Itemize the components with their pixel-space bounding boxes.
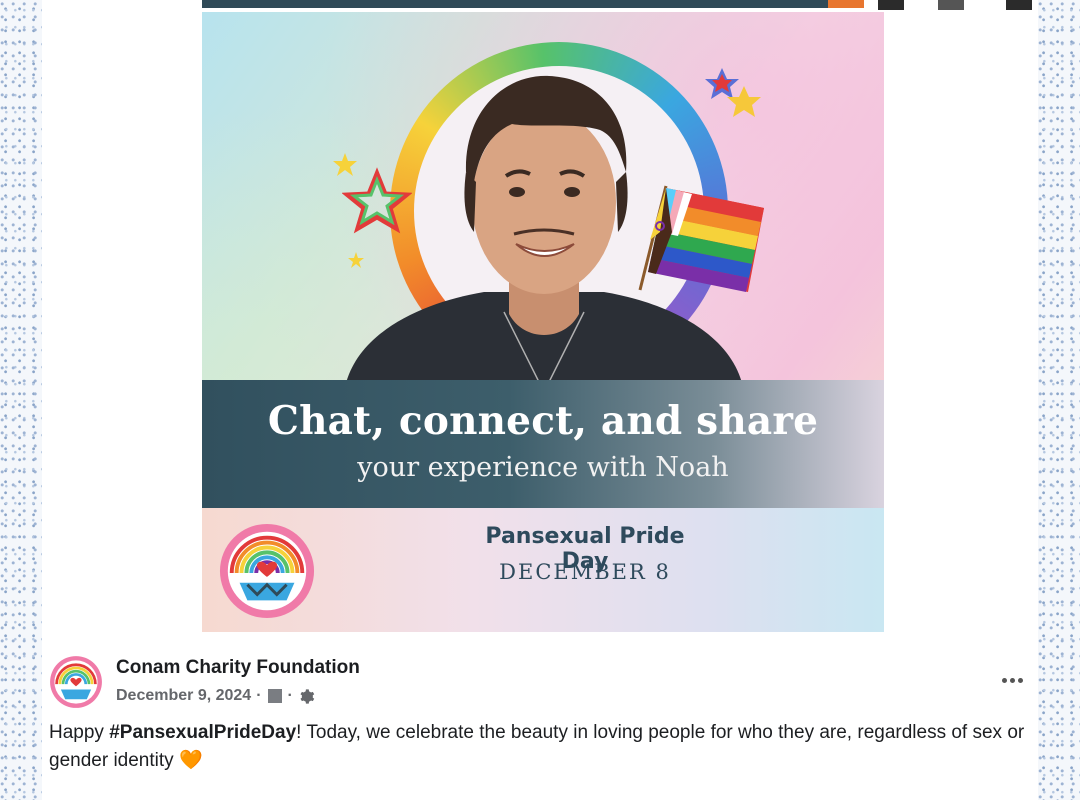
image-footer: Pansexual Pride Day DECEMBER 8 — [202, 508, 884, 632]
post-date[interactable]: December 9, 2024 — [116, 687, 251, 705]
top-right-controls — [864, 0, 1038, 20]
post-image[interactable]: Chat, connect, and share your experience… — [202, 12, 884, 632]
meta-separator: · — [256, 687, 262, 704]
post-meta: December 9, 2024 · · — [116, 686, 315, 706]
post-text-intro: Happy — [49, 722, 110, 743]
avatar[interactable] — [49, 655, 103, 709]
previous-post-accent — [828, 0, 864, 8]
pride-flag-icon — [638, 185, 764, 292]
image-banner: Chat, connect, and share your experience… — [202, 380, 884, 508]
gear-icon[interactable] — [298, 688, 315, 705]
square-icon — [267, 689, 282, 703]
conam-logo — [219, 523, 315, 619]
hashtag-link[interactable]: #PansexualPrideDay — [109, 722, 296, 743]
post-text: Happy #PansexualPrideDay! Today, we cele… — [49, 719, 1034, 775]
page-name[interactable]: Conam Charity Foundation — [116, 657, 360, 679]
orange-heart-icon: 🧡 — [178, 750, 203, 771]
control-block — [938, 0, 964, 10]
banner-subtitle: your experience with Noah — [357, 452, 729, 483]
background-pattern-right — [1038, 0, 1080, 800]
more-options-icon[interactable] — [996, 666, 1028, 694]
event-date: DECEMBER 8 — [499, 560, 671, 584]
background-pattern-left — [0, 0, 42, 800]
meta-separator: · — [287, 687, 293, 704]
control-block — [1006, 0, 1032, 10]
control-block — [878, 0, 904, 10]
banner-title: Chat, connect, and share — [267, 398, 819, 444]
previous-post-edge — [202, 0, 828, 8]
